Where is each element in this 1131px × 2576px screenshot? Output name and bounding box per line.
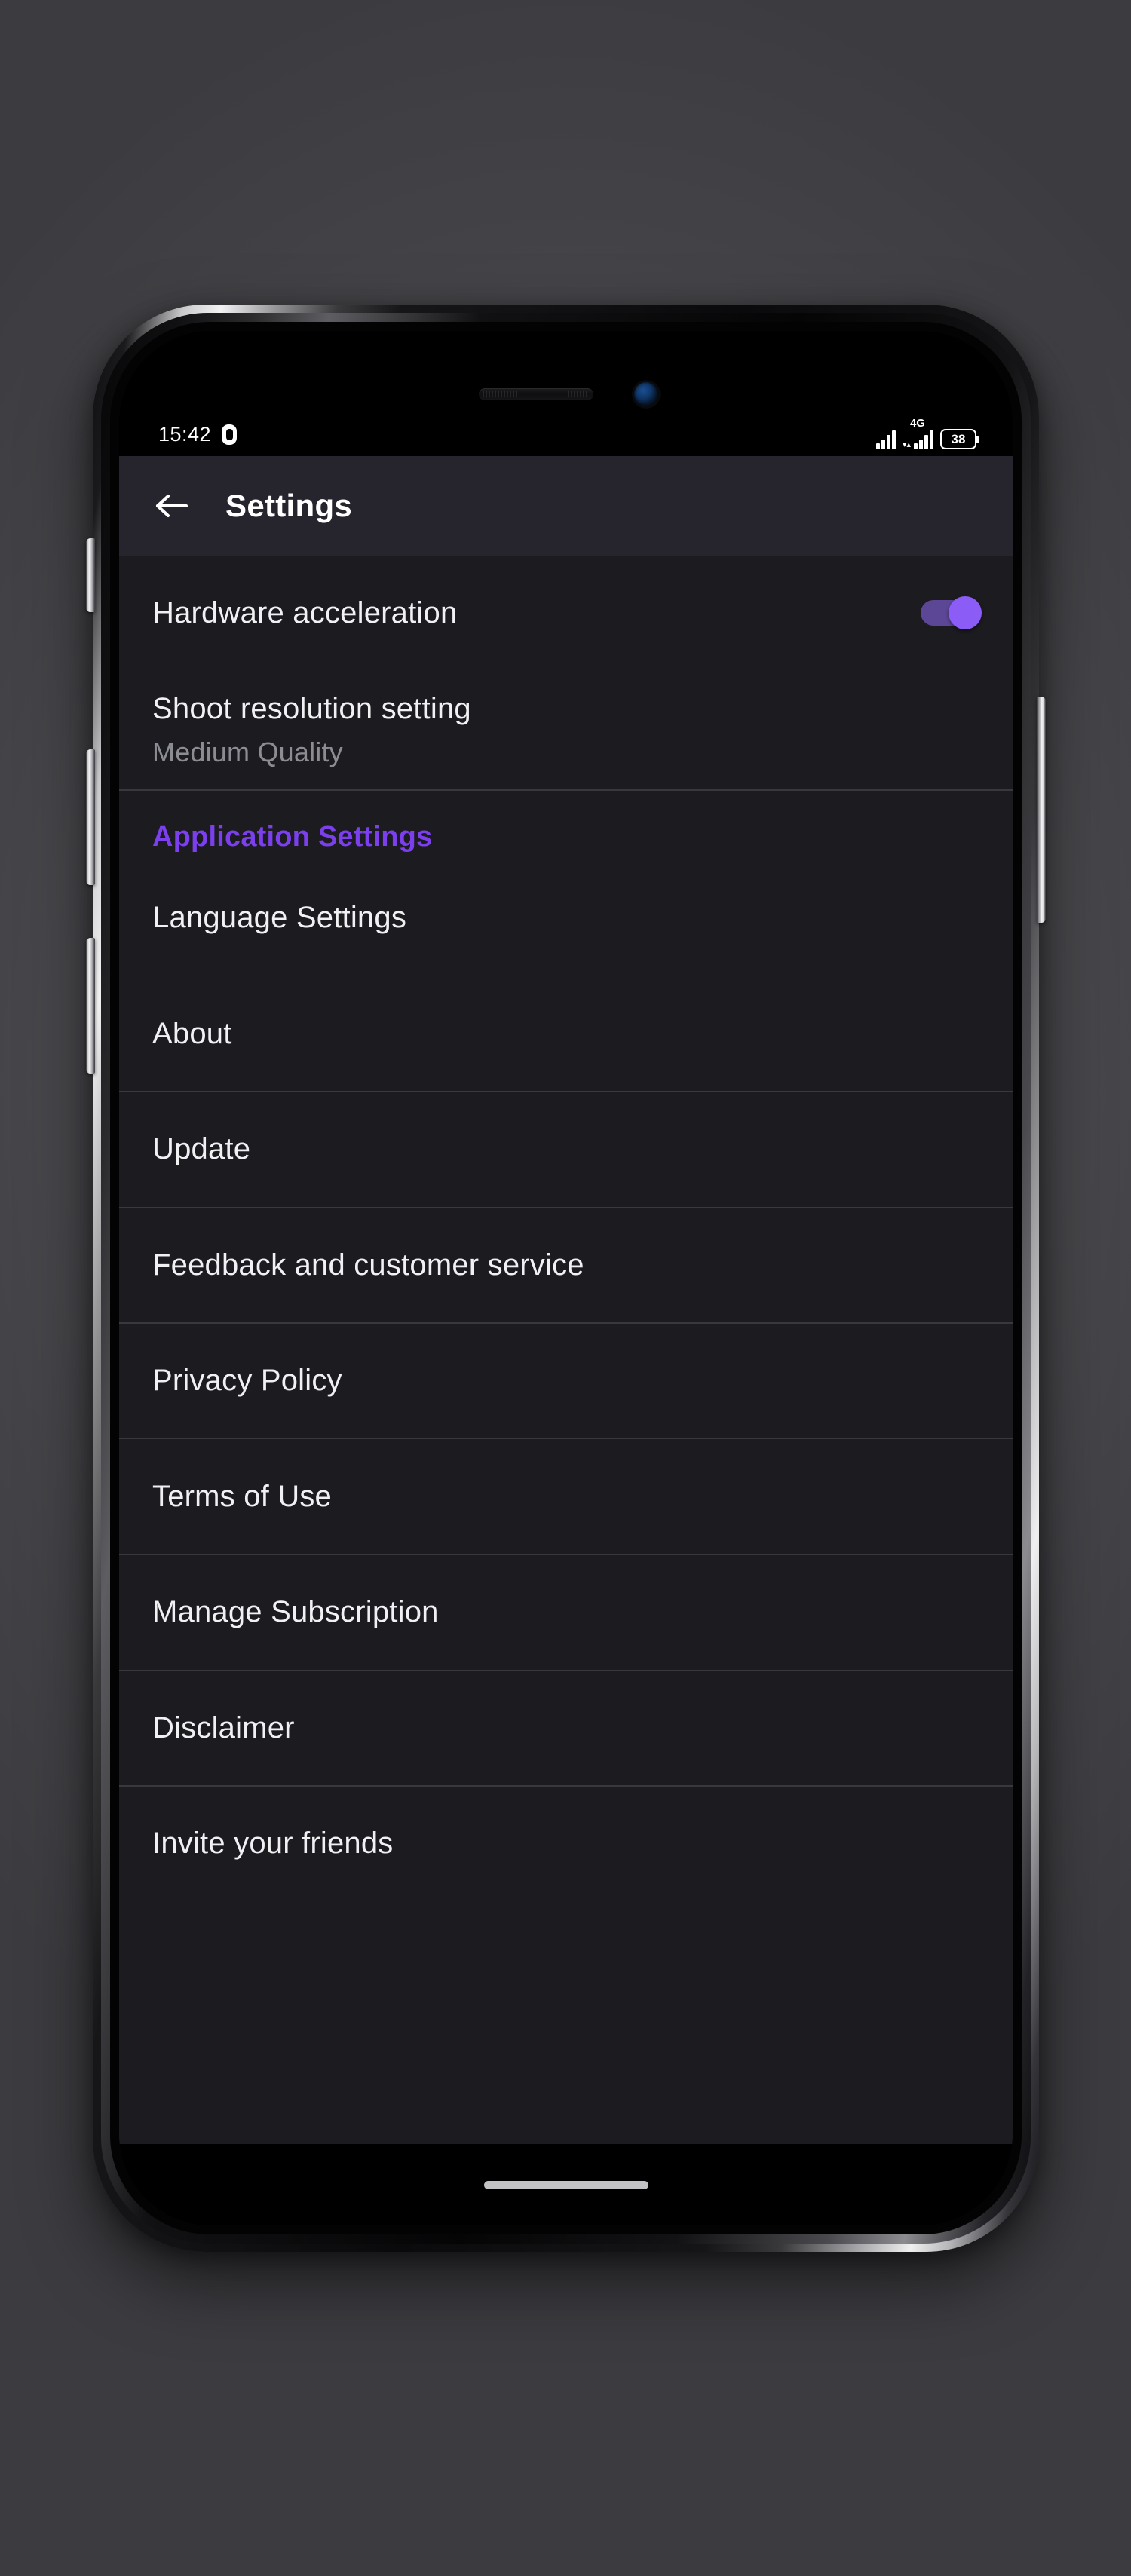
app-bar: Settings [119, 456, 1013, 556]
back-arrow-icon[interactable] [151, 485, 192, 526]
earpiece-speaker-icon [478, 388, 593, 400]
data-arrows-icon: ▾▴ [902, 440, 911, 449]
status-bar: 15:42 4G ▾▴ 38 [119, 414, 1013, 455]
home-indicator-bar[interactable] [483, 2180, 648, 2189]
setting-row-about[interactable]: About [119, 976, 1013, 1091]
network-type-label: 4G [909, 417, 925, 430]
setting-label: Disclaimer [152, 1711, 295, 1744]
status-bar-right: 4G ▾▴ 38 [875, 417, 979, 449]
setting-row-language-settings[interactable]: Language Settings [119, 861, 1013, 976]
battery-icon: 38 [940, 429, 979, 449]
setting-row-hardware-acceleration[interactable]: Hardware acceleration [119, 556, 1013, 670]
phone-screen: 15:42 4G ▾▴ 38 Settings Hardware acceler… [119, 331, 1013, 2225]
mute-switch-button[interactable] [86, 538, 95, 612]
setting-label: About [152, 1016, 232, 1050]
setting-row-update[interactable]: Update [119, 1092, 1013, 1207]
status-bar-clock: 15:42 [158, 422, 212, 446]
volume-down-button[interactable] [86, 938, 95, 1074]
home-indicator-area [119, 2144, 1013, 2225]
signal-bars-icon [875, 430, 896, 449]
setting-row-terms-of-use[interactable]: Terms of Use [119, 1439, 1013, 1554]
signal-bars-icon-2 [914, 430, 933, 449]
front-camera-icon [633, 382, 658, 406]
setting-label: Privacy Policy [152, 1364, 342, 1397]
volume-up-button[interactable] [86, 749, 95, 885]
page-title: Settings [225, 488, 353, 523]
setting-row-feedback[interactable]: Feedback and customer service [119, 1208, 1013, 1322]
setting-row-manage-subscription[interactable]: Manage Subscription [119, 1555, 1013, 1670]
phone-device: 15:42 4G ▾▴ 38 Settings Hardware acceler… [86, 305, 1046, 2252]
settings-list: Hardware acceleration Shoot resolution s… [119, 556, 1013, 2144]
setting-row-privacy-policy[interactable]: Privacy Policy [119, 1324, 1013, 1438]
setting-label: Terms of Use [152, 1479, 333, 1513]
setting-row-disclaimer[interactable]: Disclaimer [119, 1671, 1013, 1785]
setting-label: Language Settings [152, 901, 407, 934]
phone-bezel: 15:42 4G ▾▴ 38 Settings Hardware acceler… [110, 322, 1022, 2234]
setting-label: Manage Subscription [152, 1595, 439, 1628]
setting-label: Invite your friends [152, 1827, 394, 1860]
setting-label: Hardware acceleration [152, 596, 458, 629]
hardware-acceleration-toggle[interactable] [921, 596, 982, 629]
status-bar-left: 15:42 [158, 422, 238, 446]
capsule-icon [222, 424, 238, 445]
battery-level-label: 38 [951, 432, 966, 446]
setting-label: Shoot resolution setting [152, 691, 471, 725]
settings-app: Settings Hardware acceleration Shoot res… [119, 456, 1013, 2144]
setting-value: Medium Quality [152, 736, 343, 767]
setting-label: Update [152, 1132, 251, 1165]
setting-label: Feedback and customer service [152, 1248, 584, 1282]
setting-row-shoot-resolution[interactable]: Shoot resolution setting Medium Quality [119, 670, 1013, 789]
power-button[interactable] [1037, 697, 1046, 923]
section-header-application-settings: Application Settings [152, 820, 433, 853]
toggle-thumb [949, 596, 982, 629]
setting-row-invite-friends[interactable]: Invite your friends [119, 1787, 1013, 1901]
mobile-network-icon: 4G ▾▴ [902, 417, 933, 449]
